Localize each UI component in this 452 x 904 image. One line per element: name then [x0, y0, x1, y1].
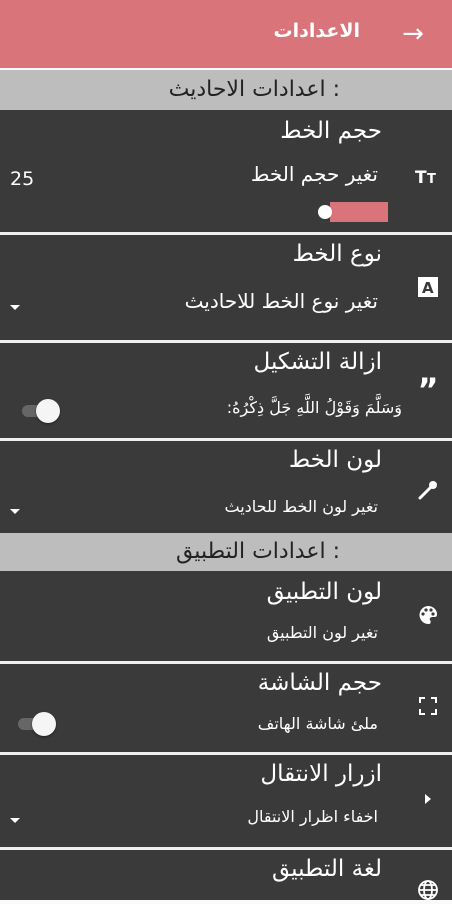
setting-subtitle: ملئ شاشة الهاتف — [257, 714, 378, 733]
app-bar: الاعدادات → — [0, 0, 452, 68]
svg-text:T: T — [427, 172, 436, 186]
font-size-value: 25 — [10, 168, 35, 190]
setting-font-size[interactable]: حجم الخط تغير حجم الخط 25 TT — [0, 110, 452, 234]
screen-size-toggle[interactable] — [16, 712, 56, 736]
svg-text:A: A — [422, 279, 434, 297]
font-size-slider[interactable] — [318, 202, 390, 222]
setting-title: لون الخط — [288, 447, 382, 473]
setting-subtitle: تغير لون التطبيق — [266, 623, 378, 642]
setting-nav-buttons[interactable]: ازرار الانتقال اخفاء اظرار الانتقال — [0, 755, 452, 847]
setting-diacritics[interactable]: ازالة التشكيل وَسَلَّمَ وَقَوْلُ اللَّهِ… — [0, 343, 452, 438]
chevron-down-icon[interactable] — [10, 818, 20, 823]
setting-font-color[interactable]: لون الخط تغير لون الخط للحاديث — [0, 441, 452, 533]
section-header-app: اعدادات التطبيق : — [0, 533, 452, 571]
arrow-right-icon[interactable]: → — [396, 18, 430, 50]
setting-font-type[interactable]: نوع الخط تغير نوع الخط للاحاديث A — [0, 235, 452, 340]
setting-subtitle: اخفاء اظرار الانتقال — [247, 807, 378, 826]
play-small-icon — [414, 785, 442, 813]
setting-title: حجم الخط — [280, 118, 382, 144]
quote-icon: ” — [417, 371, 439, 409]
chevron-down-icon[interactable] — [10, 305, 20, 310]
toggle-knob — [32, 712, 56, 736]
setting-title: لغة التطبيق — [271, 856, 382, 882]
setting-subtitle: تغير حجم الخط — [250, 162, 378, 186]
setting-subtitle: تغير نوع الخط للاحاديث — [184, 289, 378, 313]
section-header-label: اعدادات التطبيق : — [175, 539, 340, 564]
setting-subtitle: تغير لون الخط للحاديث — [224, 497, 378, 516]
setting-title: حجم الشاشة — [257, 670, 382, 696]
text-size-icon: TT — [414, 162, 442, 190]
font-icon: A — [414, 273, 442, 301]
slider-thumb[interactable] — [318, 205, 332, 219]
section-header-hadith: اعدادات الاحاديث : — [0, 70, 452, 110]
setting-title: لون التطبيق — [266, 579, 382, 605]
eyedropper-icon — [414, 476, 442, 504]
palette-icon — [414, 601, 442, 629]
setting-title: نوع الخط — [292, 241, 382, 267]
setting-title: ازرار الانتقال — [260, 761, 382, 787]
setting-title: ازالة التشكيل — [253, 349, 382, 375]
chevron-down-icon[interactable] — [10, 509, 20, 514]
setting-app-color[interactable]: لون التطبيق تغير لون التطبيق — [0, 571, 452, 661]
setting-subtitle: وَسَلَّمَ وَقَوْلُ اللَّهِ جَلَّ ذِكْرُه… — [226, 398, 402, 417]
toggle-knob — [36, 399, 60, 423]
setting-screen-size[interactable]: حجم الشاشة ملئ شاشة الهاتف — [0, 664, 452, 752]
page-title: الاعدادات — [273, 20, 360, 42]
section-header-label: اعدادات الاحاديث : — [168, 77, 340, 102]
svg-text:T: T — [415, 168, 427, 186]
fullscreen-icon — [414, 692, 442, 720]
setting-language[interactable]: لغة التطبيق — [0, 850, 452, 900]
slider-fill — [330, 202, 388, 222]
diacritics-toggle[interactable] — [20, 399, 60, 423]
